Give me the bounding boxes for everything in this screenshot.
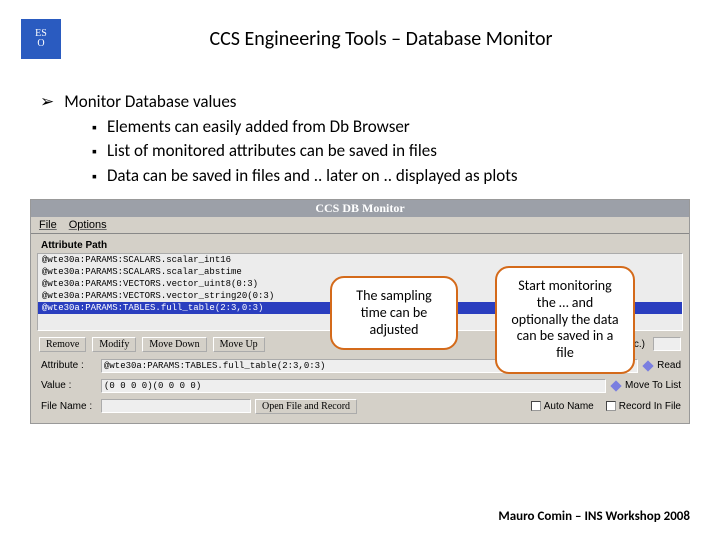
attribute-label: Attribute :: [39, 360, 97, 371]
movedown-button[interactable]: Move Down: [142, 337, 206, 352]
value-label: Value :: [39, 380, 97, 391]
slide-footer: Mauro Comin – INS Workshop 2008: [498, 509, 690, 524]
value-field[interactable]: (0 0 0 0)(0 0 0 0): [101, 379, 606, 393]
callout-start: Start monitoring the … and optionally th…: [495, 266, 635, 374]
eso-logo: ES O: [20, 18, 62, 60]
page-title: CCS Engineering Tools – Database Monitor: [62, 27, 700, 51]
diamond-icon: [642, 360, 653, 371]
modify-button[interactable]: Modify: [92, 337, 136, 352]
period-field[interactable]: [653, 337, 681, 351]
bullet-sub3: Data can be saved in files and .. later …: [40, 164, 680, 189]
checkbox-icon[interactable]: [606, 401, 616, 411]
slide-header: ES O CCS Engineering Tools – Database Mo…: [0, 0, 720, 70]
window-titlebar: CCS DB Monitor: [31, 200, 689, 217]
remove-button[interactable]: Remove: [39, 337, 86, 352]
callout-sampling: The sampling time can be adjusted: [330, 276, 458, 350]
column-header: Attribute Path: [37, 238, 683, 253]
menu-options[interactable]: Options: [69, 219, 107, 231]
filename-field[interactable]: [101, 399, 251, 413]
filename-label: File Name :: [39, 401, 97, 412]
movetolist-label[interactable]: Move To List: [625, 380, 681, 391]
bullet-sub1: Elements can easily added from Db Browse…: [40, 115, 680, 140]
moveup-button[interactable]: Move Up: [213, 337, 265, 352]
autoname-label: Auto Name: [544, 401, 594, 412]
checkbox-icon[interactable]: [531, 401, 541, 411]
menubar: File Options: [31, 217, 689, 234]
menu-file[interactable]: File: [39, 219, 57, 231]
read-label[interactable]: Read: [657, 360, 681, 371]
openfile-button[interactable]: Open File and Record: [255, 399, 357, 414]
bullet-content: Monitor Database values Elements can eas…: [0, 70, 720, 189]
list-item[interactable]: @wte30a:PARAMS:SCALARS.scalar_int16: [38, 254, 682, 266]
logo-line2: O: [35, 39, 47, 49]
recordinfile-label: Record In File: [619, 401, 681, 412]
bullet-main: Monitor Database values: [40, 90, 680, 115]
diamond-icon: [610, 380, 621, 391]
bullet-sub2: List of monitored attributes can be save…: [40, 139, 680, 164]
